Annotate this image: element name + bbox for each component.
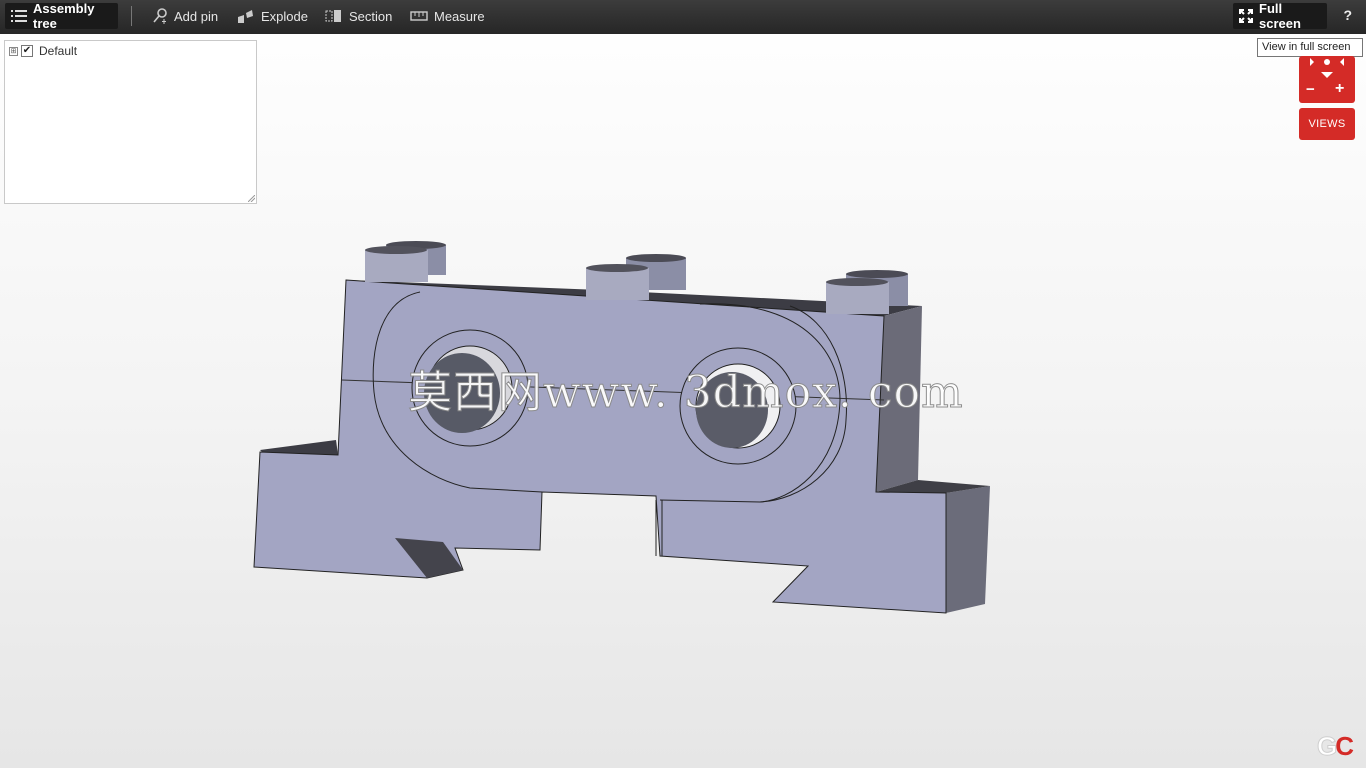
full-screen-tooltip: View in full screen bbox=[1257, 38, 1363, 57]
pan-left-icon bbox=[1310, 58, 1314, 66]
watermark-text: 莫西网www. 3dmox. com bbox=[408, 367, 964, 419]
views-button[interactable]: VIEWS bbox=[1299, 108, 1355, 140]
zoom-out-button[interactable]: − bbox=[1306, 81, 1315, 98]
navigation-pad[interactable]: − + bbox=[1299, 56, 1355, 103]
pan-down-icon bbox=[1321, 72, 1333, 78]
orbit-icon bbox=[1324, 59, 1330, 65]
gc-logo: GC bbox=[1316, 731, 1353, 762]
pan-right-icon bbox=[1340, 58, 1344, 66]
zoom-in-button[interactable]: + bbox=[1335, 80, 1344, 98]
